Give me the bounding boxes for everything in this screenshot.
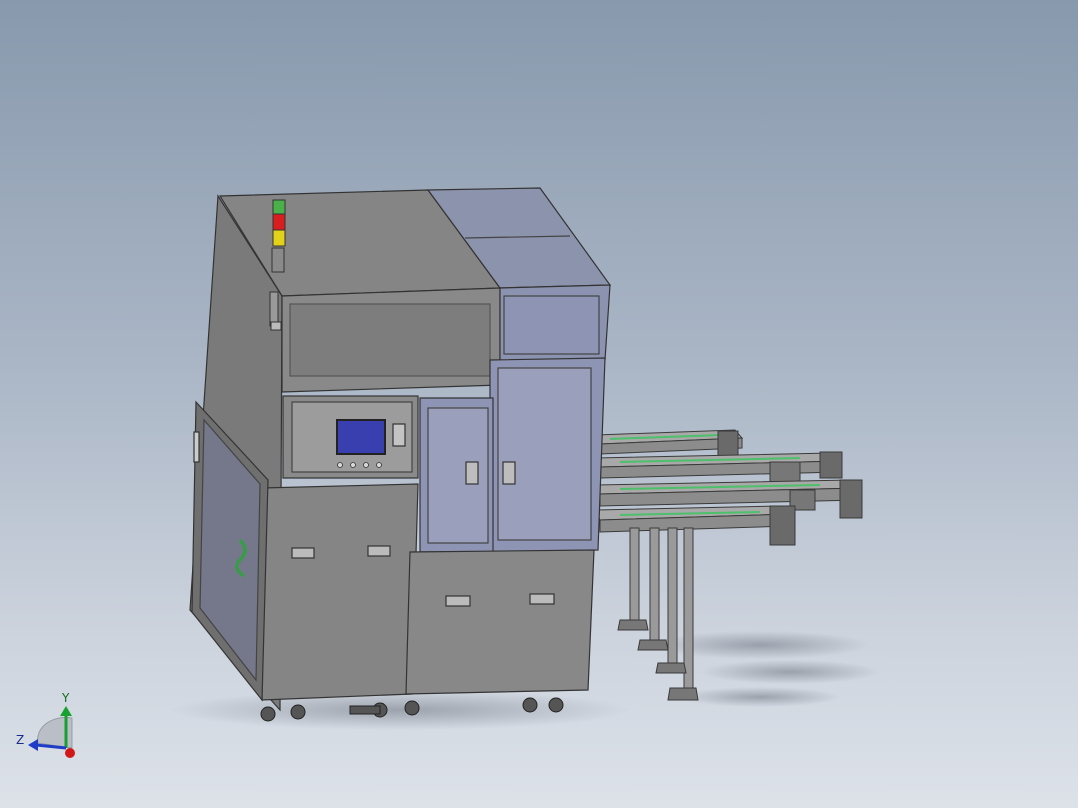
- hmi-screen: [336, 419, 386, 455]
- coordinate-triad[interactable]: Y Z: [16, 691, 75, 758]
- 3d-model-viewport[interactable]: Y Z: [0, 0, 1078, 808]
- conveyor-legs: [617, 527, 699, 701]
- y-axis-label: Y: [61, 691, 70, 705]
- machine-body[interactable]: [189, 187, 612, 712]
- z-axis-label: Z: [16, 733, 24, 747]
- x-axis-arrow: [65, 748, 75, 758]
